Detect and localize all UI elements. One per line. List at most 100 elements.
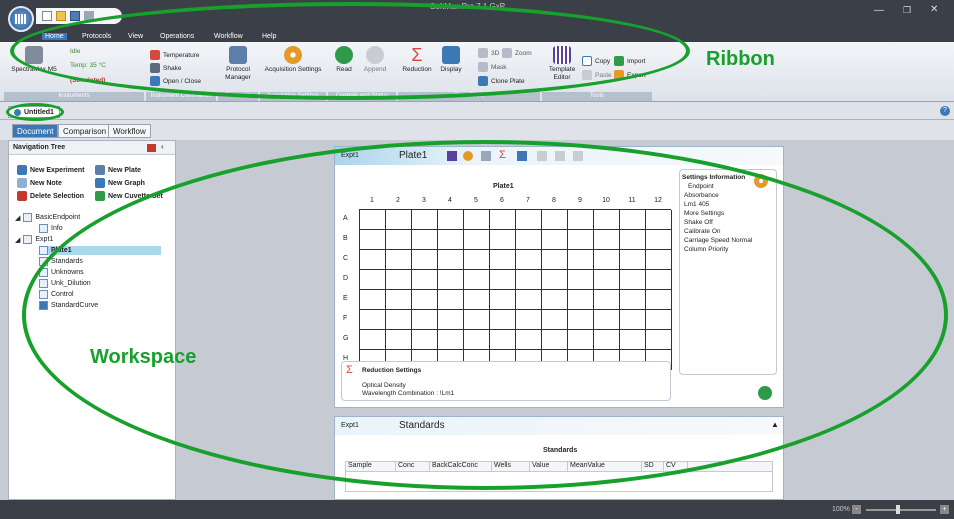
- zoom-in-button[interactable]: +: [940, 505, 949, 514]
- well-cell[interactable]: [490, 270, 516, 290]
- close-icon[interactable]: ✕: [930, 4, 938, 15]
- well-cell[interactable]: [386, 310, 412, 330]
- app-menu-button[interactable]: [8, 6, 34, 32]
- well-cell[interactable]: [360, 250, 386, 270]
- tree-item-expt1[interactable]: ◢ Expt1: [15, 235, 53, 244]
- doc-tab-untitled1[interactable]: Untitled1: [8, 106, 60, 118]
- settings-gear-icon[interactable]: [463, 151, 473, 161]
- well-cell[interactable]: [464, 270, 490, 290]
- well-cell[interactable]: [594, 250, 620, 270]
- well-cell[interactable]: [516, 210, 542, 230]
- new-cuvette-set-button[interactable]: New Cuvette Set: [95, 191, 163, 201]
- menu-operations[interactable]: Operations: [160, 33, 194, 40]
- well-cell[interactable]: [412, 310, 438, 330]
- protocol-manager-button[interactable]: Protocol Manager: [218, 46, 258, 82]
- well-cell[interactable]: [542, 210, 568, 230]
- new-graph-button[interactable]: New Graph: [95, 178, 145, 188]
- save-icon[interactable]: [70, 11, 80, 21]
- dropdown-icon[interactable]: [84, 11, 94, 21]
- tab-comparison[interactable]: Comparison: [58, 124, 112, 138]
- sigma-icon[interactable]: Σ: [499, 149, 506, 161]
- tree-item-unk-dilution[interactable]: Unk_Dilution: [39, 279, 91, 288]
- export-button[interactable]: Export: [614, 70, 646, 80]
- well-cell[interactable]: [490, 230, 516, 250]
- well-cell[interactable]: [646, 250, 672, 270]
- zoom-button[interactable]: Zoom: [502, 48, 532, 58]
- menu-view[interactable]: View: [128, 33, 143, 40]
- zoom-slider[interactable]: [866, 509, 936, 511]
- well-cell[interactable]: [516, 310, 542, 330]
- paste-button[interactable]: Paste: [582, 70, 612, 80]
- settings-gear-icon[interactable]: [754, 174, 768, 188]
- well-cell[interactable]: [568, 270, 594, 290]
- well-cell[interactable]: [568, 330, 594, 350]
- well-cell[interactable]: [386, 290, 412, 310]
- well-cell[interactable]: [620, 210, 646, 230]
- menu-workflow[interactable]: Workflow: [214, 33, 243, 40]
- well-cell[interactable]: [594, 230, 620, 250]
- display-button[interactable]: Display: [436, 46, 466, 74]
- well-cell[interactable]: [516, 270, 542, 290]
- threed-button[interactable]: 3D: [478, 48, 499, 58]
- well-cell[interactable]: [360, 330, 386, 350]
- well-cell[interactable]: [594, 330, 620, 350]
- read-play-button[interactable]: [758, 386, 772, 400]
- tree-item-info[interactable]: Info: [39, 224, 63, 233]
- well-cell[interactable]: [386, 210, 412, 230]
- well-cell[interactable]: [412, 210, 438, 230]
- well-cell[interactable]: [568, 250, 594, 270]
- flask-icon[interactable]: [573, 151, 583, 161]
- well-cell[interactable]: [568, 210, 594, 230]
- well-cell[interactable]: [360, 270, 386, 290]
- well-cell[interactable]: [516, 330, 542, 350]
- well-cell[interactable]: [516, 250, 542, 270]
- tab-workflow[interactable]: Workflow: [108, 124, 151, 138]
- well-cell[interactable]: [646, 270, 672, 290]
- monitor-icon[interactable]: [517, 151, 527, 161]
- well-cell[interactable]: [490, 330, 516, 350]
- well-cell[interactable]: [594, 270, 620, 290]
- clone-plate-button[interactable]: Clone Plate: [478, 76, 525, 86]
- tree-item-plate1[interactable]: Plate1: [39, 246, 161, 255]
- well-cell[interactable]: [490, 290, 516, 310]
- well-cell[interactable]: [646, 310, 672, 330]
- tab-document[interactable]: Document: [12, 124, 59, 138]
- zoom-slider-thumb[interactable]: [896, 505, 900, 514]
- tree-item-standardcurve[interactable]: StandardCurve: [39, 301, 98, 310]
- restore-icon[interactable]: ❐: [903, 5, 911, 16]
- well-cell[interactable]: [542, 310, 568, 330]
- well-cell[interactable]: [360, 230, 386, 250]
- well-cell[interactable]: [620, 290, 646, 310]
- well-cell[interactable]: [412, 270, 438, 290]
- well-cell[interactable]: [568, 290, 594, 310]
- well-cell[interactable]: [438, 270, 464, 290]
- mask-icon[interactable]: [537, 151, 547, 161]
- well-cell[interactable]: [438, 230, 464, 250]
- well-cell[interactable]: [386, 250, 412, 270]
- well-cell[interactable]: [438, 250, 464, 270]
- well-cell[interactable]: [516, 230, 542, 250]
- well-cell[interactable]: [386, 230, 412, 250]
- well-cell[interactable]: [360, 290, 386, 310]
- collapse-up-icon[interactable]: ▲: [771, 420, 779, 429]
- well-cell[interactable]: [464, 230, 490, 250]
- instrument-button[interactable]: SpectraMax M5: [6, 46, 62, 74]
- well-cell[interactable]: [464, 210, 490, 230]
- copy-button[interactable]: Copy: [582, 56, 610, 66]
- well-cell[interactable]: [542, 330, 568, 350]
- menu-help[interactable]: Help: [262, 33, 276, 40]
- well-cell[interactable]: [438, 310, 464, 330]
- wand-icon[interactable]: [447, 151, 457, 161]
- well-grid[interactable]: [359, 209, 672, 370]
- shake-button[interactable]: Shake: [150, 63, 181, 73]
- help-icon[interactable]: ?: [940, 106, 950, 116]
- append-button[interactable]: Append: [360, 46, 390, 74]
- zoom-icon[interactable]: [555, 151, 565, 161]
- well-cell[interactable]: [542, 230, 568, 250]
- well-cell[interactable]: [490, 310, 516, 330]
- well-cell[interactable]: [360, 310, 386, 330]
- well-cell[interactable]: [568, 310, 594, 330]
- well-cell[interactable]: [360, 210, 386, 230]
- well-cell[interactable]: [620, 230, 646, 250]
- well-cell[interactable]: [646, 330, 672, 350]
